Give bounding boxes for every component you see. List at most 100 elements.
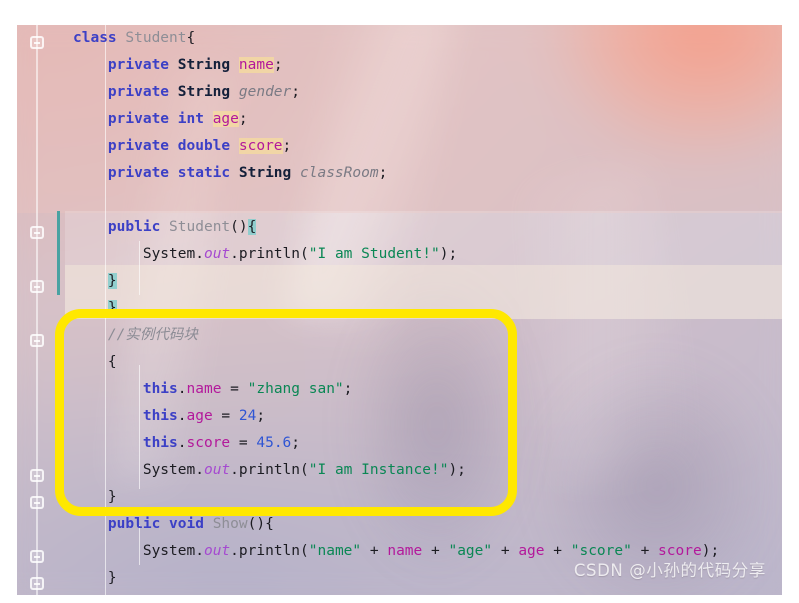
code-token: classRoom	[300, 165, 379, 181]
code-token: ;	[448, 246, 458, 262]
code-token: this	[142, 381, 178, 397]
code-line[interactable]: System.out.println("I am Instance!");	[65, 457, 782, 484]
code-line[interactable]: this.score = 45.6;	[65, 430, 782, 457]
code-token: System	[142, 246, 196, 262]
code-line[interactable]: public Student(){	[65, 214, 782, 241]
code-token: )	[238, 219, 248, 235]
code-token: System	[142, 462, 196, 478]
code-token: Student	[169, 219, 231, 235]
code-token: age	[518, 543, 545, 559]
code-token: ;	[343, 381, 353, 397]
code-line[interactable]: }	[65, 268, 782, 295]
code-token: =	[221, 381, 248, 397]
code-token: {	[265, 516, 274, 532]
code-line[interactable]: }	[65, 295, 782, 322]
code-token: .	[195, 246, 204, 262]
code-text-area[interactable]: class Student{ private String name; priv…	[65, 25, 782, 595]
code-line[interactable]: }	[65, 592, 782, 595]
code-token: +	[631, 543, 659, 559]
code-line[interactable]: //实例代码块	[65, 322, 782, 349]
code-token: }	[107, 570, 117, 586]
code-line[interactable]: }	[65, 565, 782, 592]
code-token: String	[177, 84, 231, 100]
code-token: .	[195, 462, 204, 478]
code-token: score	[238, 138, 283, 154]
code-token: private	[107, 84, 170, 100]
code-token: name	[186, 381, 222, 397]
code-token: +	[492, 543, 519, 559]
code-token: age	[212, 111, 239, 127]
code-line[interactable]	[65, 187, 782, 214]
code-token: ;	[457, 462, 466, 478]
code-token: out	[203, 246, 231, 262]
code-token: "score"	[570, 543, 632, 559]
code-line[interactable]: System.out.println("name" + name + "age"…	[65, 538, 782, 565]
code-token: out	[203, 462, 231, 478]
code-token: void	[169, 516, 204, 532]
screenshot-root: class Student{ private String name; priv…	[0, 0, 799, 603]
code-token: "I am Student!"	[308, 246, 440, 262]
code-line[interactable]: }	[65, 484, 782, 511]
code-token: private	[107, 57, 170, 73]
code-token: name	[238, 57, 274, 73]
code-token: System	[142, 543, 196, 559]
code-line[interactable]: private String gender;	[65, 79, 782, 106]
code-line[interactable]: private String name;	[65, 52, 782, 79]
code-token: public	[107, 516, 161, 532]
code-token: .	[230, 462, 239, 478]
code-token: String	[238, 165, 292, 181]
code-token: (	[230, 219, 239, 235]
code-line[interactable]: System.out.println("I am Student!");	[65, 241, 782, 268]
code-token: ;	[291, 84, 301, 100]
code-token: println	[238, 543, 301, 559]
code-token: double	[177, 138, 231, 154]
code-token: println	[238, 462, 301, 478]
code-token: (	[300, 462, 309, 478]
code-token: .	[177, 408, 187, 424]
code-token: "zhang san"	[247, 381, 344, 397]
code-line[interactable]: public void Show(){	[65, 511, 782, 538]
method-body-marker	[57, 211, 60, 295]
code-token: ;	[256, 408, 266, 424]
code-token: =	[230, 435, 257, 451]
code-token: "age"	[448, 543, 493, 559]
code-token: )	[256, 516, 266, 532]
code-line[interactable]: {	[65, 349, 782, 376]
code-token: }	[107, 300, 117, 316]
code-token: ;	[282, 138, 292, 154]
code-token: .	[230, 246, 239, 262]
code-token: +	[544, 543, 571, 559]
code-token: private	[107, 138, 170, 154]
code-token: this	[142, 408, 178, 424]
code-token: age	[186, 408, 213, 424]
code-token: {	[247, 219, 257, 235]
code-token: //实例代码块	[107, 327, 198, 343]
code-token: +	[422, 543, 449, 559]
code-token: ;	[273, 57, 283, 73]
code-editor-panel[interactable]: class Student{ private String name; priv…	[17, 25, 782, 595]
code-line[interactable]: this.age = 24;	[65, 403, 782, 430]
code-token: }	[107, 273, 117, 289]
code-line[interactable]: private double score;	[65, 133, 782, 160]
code-token: class	[73, 30, 117, 46]
code-line[interactable]: private int age;	[65, 106, 782, 133]
code-token: .	[230, 543, 239, 559]
code-line[interactable]: this.name = "zhang san";	[65, 376, 782, 403]
code-token: static	[177, 165, 231, 181]
code-token: this	[142, 435, 178, 451]
code-token: name	[387, 543, 423, 559]
code-line[interactable]: private static String classRoom;	[65, 160, 782, 187]
code-line[interactable]: class Student{	[65, 25, 782, 52]
code-token: .	[177, 381, 187, 397]
